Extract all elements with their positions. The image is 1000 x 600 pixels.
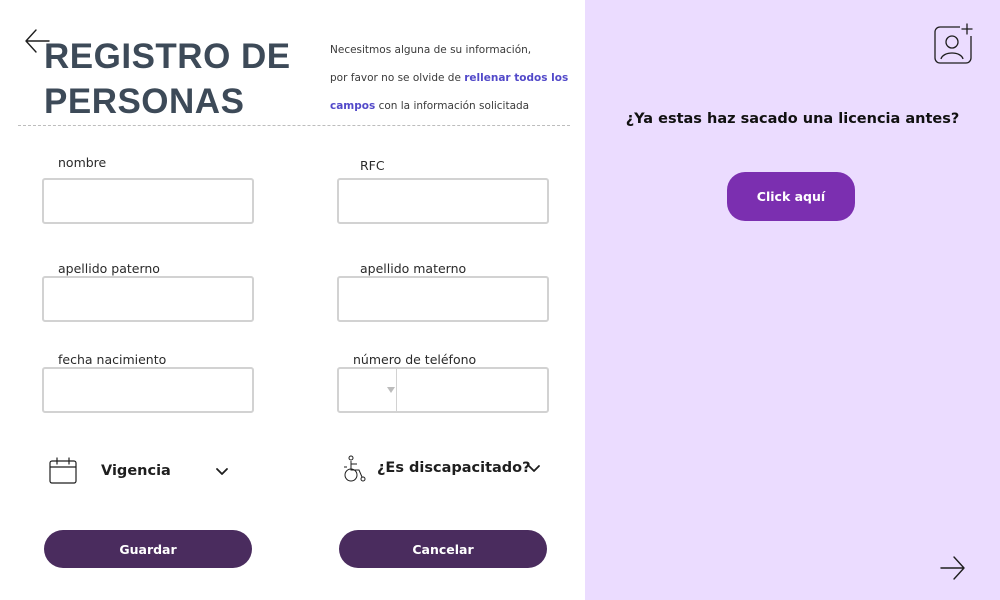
license-question: ¿Ya estas haz sacado una licencia antes? — [625, 111, 960, 127]
cancelar-button[interactable]: Cancelar — [339, 530, 547, 568]
calendar-icon — [49, 457, 77, 484]
header-divider — [18, 125, 570, 126]
click-here-button[interactable]: Click aquí — [727, 172, 855, 221]
country-code-select[interactable] — [339, 369, 397, 411]
intro-line1: Necesitmos alguna de su información, — [330, 44, 532, 56]
nombre-label: nombre — [58, 155, 107, 170]
intro-text-part: por favor no se olvide de — [330, 72, 465, 84]
chevron-down-icon — [528, 465, 540, 472]
add-user-icon[interactable] — [932, 22, 976, 66]
intro-line3: campos con la información solicitada — [330, 92, 570, 120]
phone-number-field[interactable] — [398, 369, 547, 411]
intro-line2: por favor no se olvide de rellenar todos… — [330, 64, 570, 92]
apellido-materno-label: apellido materno — [360, 261, 467, 276]
intro-highlight: campos — [330, 100, 376, 112]
vigencia-dropdown[interactable]: Vigencia — [48, 455, 238, 491]
apellido-paterno-label: apellido paterno — [58, 261, 160, 276]
telefono-label: número de teléfono — [353, 352, 477, 367]
rfc-label: RFC — [360, 158, 385, 173]
apellido-materno-field[interactable] — [337, 276, 549, 322]
discapacitado-label: ¿Es discapacitado? — [377, 460, 531, 476]
phone-field-group — [337, 367, 549, 413]
intro-text-part: con la información solicitada — [375, 100, 530, 112]
dropdown-triangle-icon — [387, 387, 395, 393]
guardar-button[interactable]: Guardar — [44, 530, 252, 568]
apellido-paterno-field[interactable] — [42, 276, 254, 322]
vigencia-label: Vigencia — [101, 463, 171, 479]
rfc-field[interactable] — [337, 178, 549, 224]
intro-highlight: rellenar todos los — [464, 72, 569, 84]
wheelchair-icon — [344, 455, 366, 482]
chevron-down-icon — [216, 468, 228, 475]
registration-form-panel: REGISTRO DE PERSONAS Necesitmos alguna d… — [0, 0, 585, 600]
page-title-line1: REGISTRO DE — [44, 37, 291, 76]
arrow-right-icon[interactable] — [940, 555, 966, 581]
page-title: REGISTRO DE PERSONAS — [44, 34, 291, 124]
license-side-panel: ¿Ya estas haz sacado una licencia antes?… — [585, 0, 1000, 600]
fecha-nacimiento-label: fecha nacimiento — [58, 352, 167, 367]
fecha-nacimiento-field[interactable] — [42, 367, 254, 413]
intro-text: Necesitmos alguna de su información, por… — [330, 36, 570, 120]
page-title-line2: PERSONAS — [44, 82, 245, 121]
nombre-field[interactable] — [42, 178, 254, 224]
discapacitado-dropdown[interactable]: ¿Es discapacitado? — [342, 455, 547, 491]
